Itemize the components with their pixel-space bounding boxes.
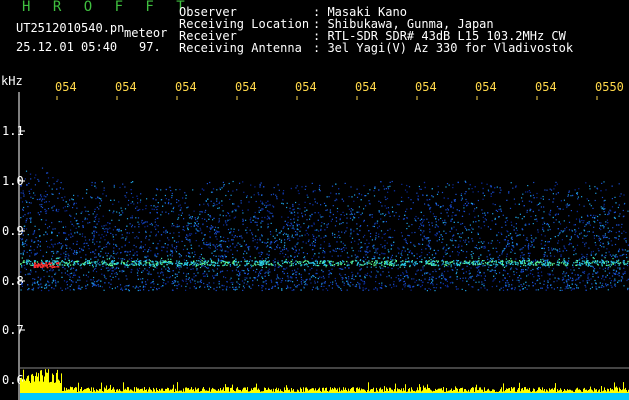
file-name: UT2512010540.pn (16, 21, 125, 35)
header-value: 97. (139, 40, 161, 54)
date-time: 25.12.01 05:40 (16, 40, 118, 54)
antenna-value: : 3el Yagi(V) Az 330 for Vladivostok (313, 41, 574, 55)
antenna-label: Receiving Antenna (179, 41, 302, 55)
app-title: H R O F F T (22, 0, 192, 15)
plot-axes (18, 92, 598, 400)
meter-baseline (20, 393, 629, 400)
spectrogram-plot (18, 92, 629, 400)
file-suffix: meteor (124, 26, 168, 40)
signal-meter (20, 367, 629, 400)
spectrogram-noise (20, 167, 629, 292)
